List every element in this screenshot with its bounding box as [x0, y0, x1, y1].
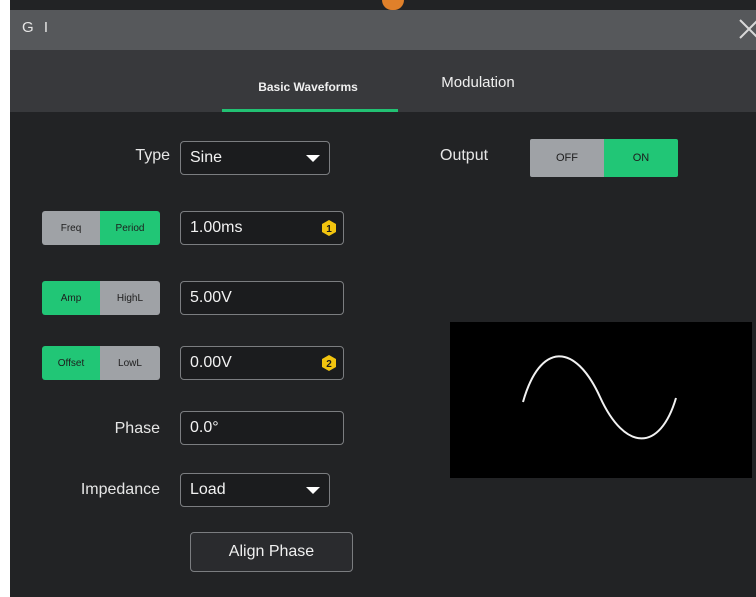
type-value: Sine — [190, 149, 223, 166]
output-on-option[interactable]: ON — [604, 139, 678, 177]
period-input[interactable]: 1.00ms 1 — [180, 211, 344, 245]
freq-period-toggle[interactable]: Freq Period — [42, 211, 160, 245]
active-tab-indicator — [222, 109, 398, 112]
tab-basic-waveforms[interactable]: Basic Waveforms — [218, 80, 398, 94]
impedance-label: Impedance — [80, 481, 160, 498]
type-select[interactable]: Sine — [180, 141, 330, 175]
chevron-down-icon — [306, 487, 320, 494]
phase-input[interactable]: 0.0° — [180, 411, 344, 445]
output-toggle[interactable]: OFF ON — [530, 139, 678, 177]
period-value: 1.00ms — [190, 219, 243, 236]
function-generator-dialog: G I Basic Waveforms Modulation Type Sine… — [10, 0, 756, 597]
sine-wave-icon — [522, 355, 677, 440]
offset-value: 0.00V — [190, 354, 232, 371]
offset-option[interactable]: Offset — [42, 346, 100, 380]
chevron-down-icon — [306, 155, 320, 162]
marker-badge-1: 1 — [321, 220, 337, 236]
amplitude-input[interactable]: 5.00V — [180, 281, 344, 315]
output-off-option[interactable]: OFF — [530, 139, 604, 177]
waveform-preview — [450, 322, 752, 478]
svg-text:1: 1 — [326, 224, 332, 235]
amp-option[interactable]: Amp — [42, 281, 100, 315]
window-handle-marker — [382, 0, 404, 10]
dialog-title: G I — [22, 19, 52, 36]
impedance-select[interactable]: Load — [180, 473, 330, 507]
offset-lowl-toggle[interactable]: Offset LowL — [42, 346, 160, 380]
marker-badge-2: 2 — [321, 355, 337, 371]
period-option[interactable]: Period — [100, 211, 160, 245]
phase-label: Phase — [114, 420, 160, 437]
phase-value: 0.0° — [190, 419, 219, 436]
output-label: Output — [440, 147, 489, 164]
title-bar[interactable] — [10, 10, 756, 50]
tab-modulation[interactable]: Modulation — [428, 74, 528, 91]
svg-text:2: 2 — [326, 359, 332, 370]
amp-highl-toggle[interactable]: Amp HighL — [42, 281, 160, 315]
freq-option[interactable]: Freq — [42, 211, 100, 245]
offset-input[interactable]: 0.00V 2 — [180, 346, 344, 380]
type-label: Type — [135, 147, 170, 164]
impedance-value: Load — [190, 481, 226, 498]
close-icon[interactable] — [737, 17, 756, 41]
align-phase-button[interactable]: Align Phase — [190, 532, 353, 572]
highl-option[interactable]: HighL — [100, 281, 160, 315]
lowl-option[interactable]: LowL — [100, 346, 160, 380]
amplitude-value: 5.00V — [190, 289, 232, 306]
